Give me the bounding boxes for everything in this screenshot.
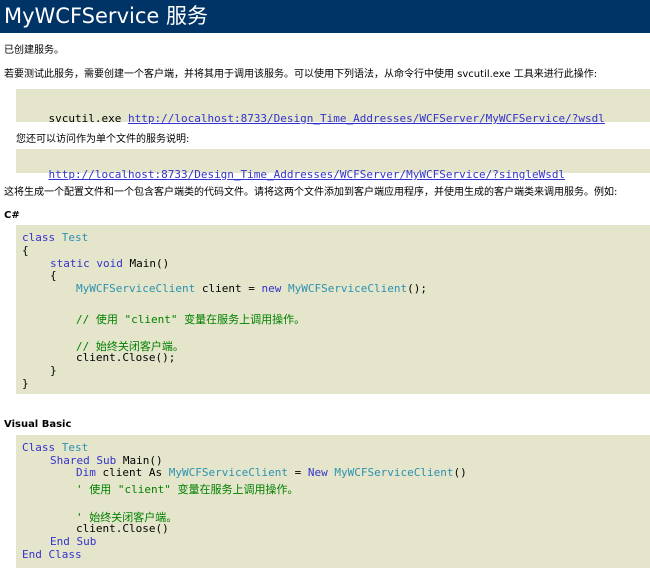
single-wsdl-link[interactable]: http://localhost:8733/Design_Time_Addres… [49, 168, 566, 181]
vb-ctor-end: () [453, 466, 467, 479]
generate-note: 这将生成一个配置文件和一个包含客户端类的代码文件。请将这两个文件添加到客户端应用… [4, 187, 618, 198]
vb-client-type: MyWCFServiceClient [168, 466, 288, 479]
svcutil-command-block: svcutil.exe http://localhost:8733/Design… [16, 89, 650, 125]
csharp-new-keyword: new [261, 282, 282, 295]
csharp-main-method: Main() [129, 257, 170, 270]
single-wsdl-block: http://localhost:8733/Design_Time_Addres… [16, 149, 650, 181]
csharp-class-keyword: class [22, 231, 56, 244]
csharp-client-decl: client = [195, 282, 262, 295]
csharp-brace-open: { [22, 244, 29, 257]
csharp-brace-close: } [22, 377, 29, 390]
csharp-heading: C# [4, 210, 20, 221]
csharp-ctor-end: (); [407, 282, 428, 295]
vb-equals: = [287, 466, 308, 479]
page-header: MyWCFService 服务 [0, 0, 650, 33]
vb-class-name: Test [61, 441, 89, 454]
csharp-void-keyword: void [96, 257, 123, 270]
test-instructions-text: 若要测试此服务，需要创建一个客户端，并将其用于调用该服务。可以使用下列语法，从命… [4, 69, 598, 80]
csharp-close-call: client.Close(); [76, 351, 176, 364]
service-created-text: 已创建服务。 [4, 45, 64, 56]
vb-dim-keyword: Dim [76, 466, 96, 479]
csharp-method-brace-close: } [50, 364, 57, 377]
csharp-code-block: class Test { static void Main() { MyWCFS… [16, 225, 650, 394]
page-title: MyWCFService 服务 [4, 4, 208, 28]
vb-end-class: End Class [22, 548, 82, 561]
csharp-client-type: MyWCFServiceClient [76, 282, 196, 295]
wsdl-link[interactable]: http://localhost:8733/Design_Time_Addres… [128, 112, 605, 125]
vb-new-keyword: New [307, 466, 328, 479]
vb-heading: Visual Basic [4, 419, 72, 430]
vb-close-call: client.Close() [76, 522, 169, 535]
single-file-note: 您还可以访问作为单个文件的服务说明: [16, 134, 190, 145]
vb-ctor-type: MyWCFServiceClient [334, 466, 454, 479]
vb-dim-mid: client As [95, 466, 169, 479]
csharp-class-name: Test [61, 231, 89, 244]
csharp-method-brace-open: { [50, 269, 57, 282]
vb-class-keyword: Class [22, 441, 56, 454]
csharp-ctor-type: MyWCFServiceClient [287, 282, 408, 295]
svcutil-command: svcutil.exe [48, 112, 128, 125]
vb-code-block: Class Test Shared Sub Main() Dim client … [16, 435, 650, 568]
vb-end-sub: End Sub [50, 535, 97, 548]
vb-comment-use-client: ' 使用 "client" 变量在服务上调用操作。 [76, 483, 299, 496]
csharp-comment-use-client: // 使用 "client" 变量在服务上调用操作。 [76, 313, 306, 326]
